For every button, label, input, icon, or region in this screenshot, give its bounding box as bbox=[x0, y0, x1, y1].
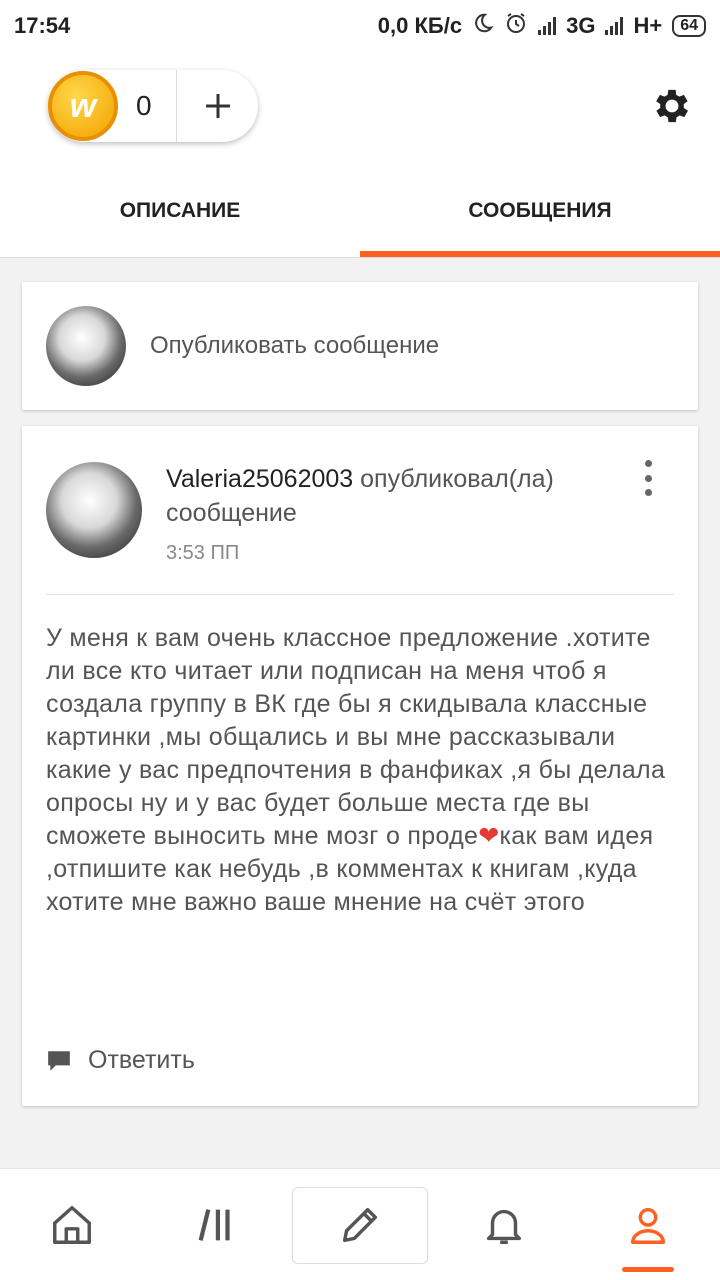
reply-label: Ответить bbox=[88, 1046, 195, 1074]
home-icon bbox=[53, 1205, 91, 1244]
nav-home[interactable] bbox=[0, 1169, 144, 1280]
status-icons: 0,0 КБ/с 3G H+ 64 bbox=[378, 11, 706, 41]
tab-bar: ОПИСАНИЕ СООБЩЕНИЯ bbox=[0, 164, 720, 258]
message-body: У меня к вам очень классное предложение … bbox=[46, 622, 676, 919]
heart-emoji: ❤ bbox=[478, 822, 500, 850]
post-message-box[interactable]: Опубликовать сообщение bbox=[22, 282, 698, 410]
moon-icon bbox=[472, 12, 494, 40]
more-options-button[interactable] bbox=[638, 460, 658, 496]
bottom-navigation bbox=[0, 1168, 720, 1280]
coin-wallet[interactable]: w 0 bbox=[48, 70, 258, 142]
plus-icon bbox=[205, 94, 230, 118]
profile-icon bbox=[630, 1207, 666, 1244]
coin-count: 0 bbox=[136, 90, 152, 121]
settings-button[interactable] bbox=[650, 84, 694, 128]
nav-write[interactable] bbox=[288, 1169, 432, 1280]
pencil-icon bbox=[342, 1207, 378, 1242]
tab-messages[interactable]: СООБЩЕНИЯ bbox=[360, 164, 720, 257]
dot-icon bbox=[644, 460, 652, 467]
gear-icon bbox=[656, 89, 688, 123]
battery-icon: 64 bbox=[672, 15, 706, 37]
avatar bbox=[46, 306, 126, 386]
message-text: У меня к вам очень классное предложение … bbox=[46, 624, 666, 850]
dot-icon bbox=[644, 489, 652, 496]
message-card: Valeria25062003 опубликовал(ла) сообщени… bbox=[22, 426, 698, 1106]
author-username[interactable]: Valeria25062003 bbox=[166, 465, 353, 493]
divider bbox=[46, 594, 674, 595]
comment-icon bbox=[48, 1050, 70, 1071]
signal-icon-2 bbox=[605, 17, 624, 35]
bell-icon bbox=[486, 1209, 522, 1244]
library-icon bbox=[198, 1208, 230, 1241]
dot-icon bbox=[644, 474, 652, 482]
tab-description[interactable]: ОПИСАНИЕ bbox=[0, 164, 360, 257]
author-avatar[interactable] bbox=[46, 462, 142, 558]
message-header: Valeria25062003 опубликовал(ла) сообщени… bbox=[166, 462, 616, 530]
add-coins-button[interactable] bbox=[177, 90, 258, 122]
status-bar: 17:54 0,0 КБ/с 3G H+ 64 bbox=[0, 0, 720, 52]
nav-library[interactable] bbox=[144, 1169, 288, 1280]
message-time: 3:53 ПП bbox=[166, 542, 240, 564]
status-time: 17:54 bbox=[14, 13, 71, 38]
signal-icon bbox=[538, 17, 557, 35]
network-type-1: 3G bbox=[566, 13, 596, 38]
nav-notifications[interactable] bbox=[432, 1169, 576, 1280]
nav-profile[interactable] bbox=[576, 1169, 720, 1280]
network-type-2: H+ bbox=[633, 13, 663, 38]
network-speed: 0,0 КБ/с bbox=[377, 13, 463, 38]
coin-icon: w bbox=[48, 71, 118, 141]
reply-button[interactable]: Ответить bbox=[46, 1046, 195, 1075]
top-bar: w 0 bbox=[0, 52, 720, 164]
post-message-placeholder: Опубликовать сообщение bbox=[150, 332, 440, 359]
alarm-icon bbox=[504, 11, 528, 41]
